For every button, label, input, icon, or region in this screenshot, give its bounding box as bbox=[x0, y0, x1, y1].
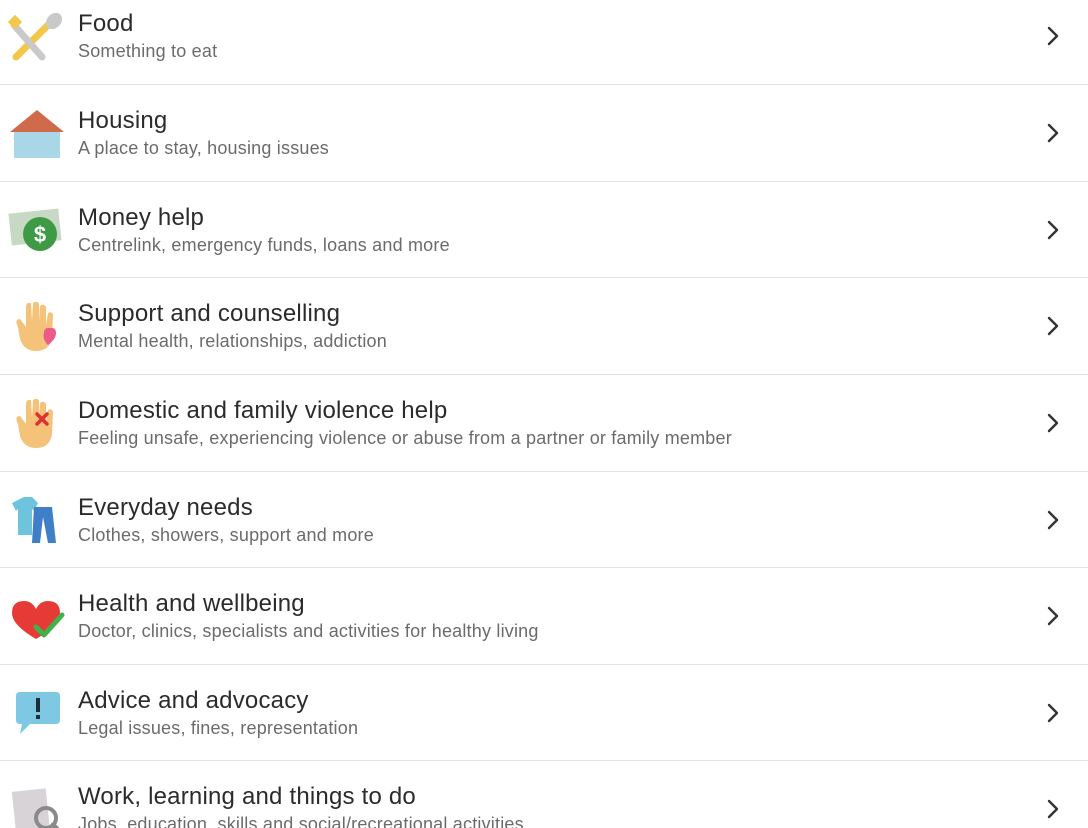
chevron-right-icon bbox=[1042, 412, 1064, 434]
chevron-right-icon bbox=[1042, 25, 1064, 47]
category-item-domestic-violence-help[interactable]: Domestic and family violence help Feelin… bbox=[0, 374, 1088, 470]
category-subtitle: Jobs, education, skills and social/recre… bbox=[78, 814, 524, 828]
speech-bubble-icon bbox=[8, 684, 66, 742]
category-subtitle: Doctor, clinics, specialists and activit… bbox=[78, 621, 539, 641]
category-item-advice-advocacy[interactable]: Advice and advocacy Legal issues, fines,… bbox=[0, 664, 1088, 760]
category-subtitle: Mental health, relationships, addiction bbox=[78, 331, 387, 351]
chevron-right-icon bbox=[1042, 122, 1064, 144]
category-item-money-help[interactable]: $ Money help Centrelink, emergency funds… bbox=[0, 181, 1088, 277]
category-subtitle: A place to stay, housing issues bbox=[78, 138, 330, 158]
chevron-right-icon bbox=[1042, 509, 1064, 531]
hand-stop-icon bbox=[8, 394, 66, 452]
money-icon: $ bbox=[8, 201, 66, 259]
clothes-icon bbox=[8, 491, 66, 549]
chevron-right-icon bbox=[1042, 219, 1064, 241]
category-title: Money help bbox=[78, 204, 205, 231]
hand-heart-icon bbox=[8, 297, 66, 355]
category-item-everyday-needs[interactable]: Everyday needs Clothes, showers, support… bbox=[0, 471, 1088, 567]
category-subtitle: Feeling unsafe, experiencing violence or… bbox=[78, 428, 732, 448]
category-subtitle: Centrelink, emergency funds, loans and m… bbox=[78, 235, 450, 255]
category-list: Food Something to eat Housing A place to… bbox=[0, 0, 1088, 828]
magnifier-icon bbox=[8, 780, 66, 828]
category-title: Housing bbox=[78, 107, 168, 134]
heart-check-icon bbox=[8, 587, 66, 645]
category-subtitle: Clothes, showers, support and more bbox=[78, 525, 374, 545]
category-item-support-counselling[interactable]: Support and counselling Mental health, r… bbox=[0, 277, 1088, 373]
category-title: Everyday needs bbox=[78, 494, 253, 521]
category-subtitle: Something to eat bbox=[78, 41, 218, 61]
category-title: Health and wellbeing bbox=[78, 590, 305, 617]
category-title: Support and counselling bbox=[78, 300, 341, 327]
category-item-food[interactable]: Food Something to eat bbox=[0, 0, 1088, 84]
chevron-right-icon bbox=[1042, 798, 1064, 820]
chevron-right-icon bbox=[1042, 702, 1064, 724]
category-item-housing[interactable]: Housing A place to stay, housing issues bbox=[0, 84, 1088, 180]
category-subtitle: Legal issues, fines, representation bbox=[78, 718, 359, 738]
fork-spoon-icon bbox=[8, 7, 66, 65]
chevron-right-icon bbox=[1042, 315, 1064, 337]
category-title: Domestic and family violence help bbox=[78, 397, 448, 424]
category-item-work-learning[interactable]: Work, learning and things to do Jobs, ed… bbox=[0, 760, 1088, 828]
category-title: Work, learning and things to do bbox=[78, 783, 416, 810]
svg-text:$: $ bbox=[34, 222, 46, 247]
category-title: Food bbox=[78, 10, 134, 37]
category-item-health-wellbeing[interactable]: Health and wellbeing Doctor, clinics, sp… bbox=[0, 567, 1088, 663]
category-title: Advice and advocacy bbox=[78, 687, 309, 714]
chevron-right-icon bbox=[1042, 605, 1064, 627]
house-icon bbox=[8, 104, 66, 162]
